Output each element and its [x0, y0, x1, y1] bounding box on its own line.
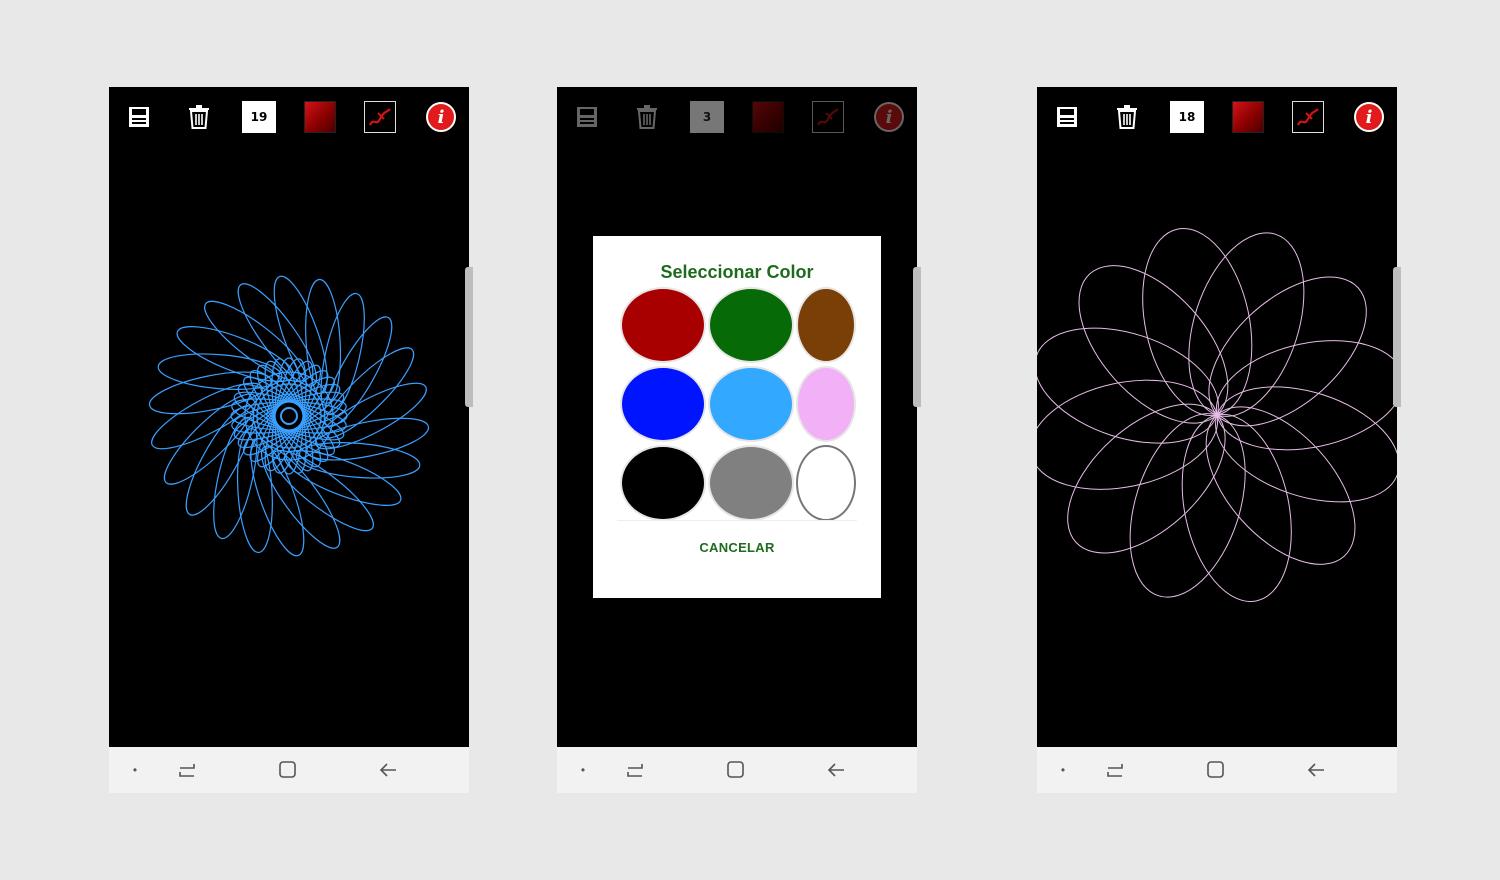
system-navbar: •: [557, 747, 917, 793]
home-dot-icon[interactable]: •: [571, 759, 595, 781]
color-picker-button: [752, 101, 784, 133]
home-icon[interactable]: [1203, 759, 1227, 781]
home-icon[interactable]: [275, 759, 299, 781]
brush-icon: [817, 108, 839, 126]
recent-apps-icon[interactable]: [175, 759, 199, 781]
save-button: [571, 101, 603, 133]
system-navbar: •: [109, 747, 469, 793]
dialog-title: Seleccionar Color: [660, 262, 814, 282]
delete-button: [631, 101, 663, 133]
drawing-screen: 3 i Seleccionar Color CANCELAR: [557, 87, 917, 747]
phone-screen-3: 18 i •: [1037, 87, 1401, 793]
back-icon[interactable]: [824, 759, 848, 781]
color-select-dialog: Seleccionar Color CANCELAR: [593, 236, 881, 598]
dialog-divider: [617, 520, 857, 521]
info-icon: i: [874, 102, 904, 132]
color-option[interactable]: [796, 366, 856, 442]
color-option[interactable]: [620, 366, 706, 442]
color-option[interactable]: [708, 366, 794, 442]
trash-icon: [637, 105, 657, 129]
spirograph-drawing: [1037, 228, 1397, 602]
color-option[interactable]: [708, 287, 794, 363]
brush-size-button: 3: [690, 101, 724, 133]
color-option[interactable]: [620, 445, 706, 521]
brush-style-button: [812, 101, 844, 133]
home-icon[interactable]: [723, 759, 747, 781]
recent-apps-icon[interactable]: [623, 759, 647, 781]
system-navbar: •: [1037, 747, 1397, 793]
info-button: i: [873, 101, 905, 133]
home-dot-icon[interactable]: •: [1051, 759, 1075, 781]
phone-screen-1: 19 i •: [109, 87, 473, 793]
cancel-button[interactable]: CANCELAR: [687, 536, 787, 560]
recent-apps-icon[interactable]: [1103, 759, 1127, 781]
color-option[interactable]: [708, 445, 794, 521]
save-icon: [577, 107, 597, 127]
back-icon[interactable]: [1304, 759, 1328, 781]
side-handle[interactable]: [465, 267, 473, 407]
side-handle[interactable]: [1393, 267, 1401, 407]
back-icon[interactable]: [376, 759, 400, 781]
drawing-screen[interactable]: 19 i: [109, 87, 469, 747]
phone-screen-2: 3 i Seleccionar Color CANCELAR •: [557, 87, 921, 793]
drawing-screen[interactable]: 18 i: [1037, 87, 1397, 747]
spirograph-drawing: [148, 275, 430, 557]
side-handle[interactable]: [913, 267, 921, 407]
color-option[interactable]: [620, 287, 706, 363]
color-option[interactable]: [796, 287, 856, 363]
color-option[interactable]: [796, 445, 856, 521]
home-dot-icon[interactable]: •: [123, 759, 147, 781]
